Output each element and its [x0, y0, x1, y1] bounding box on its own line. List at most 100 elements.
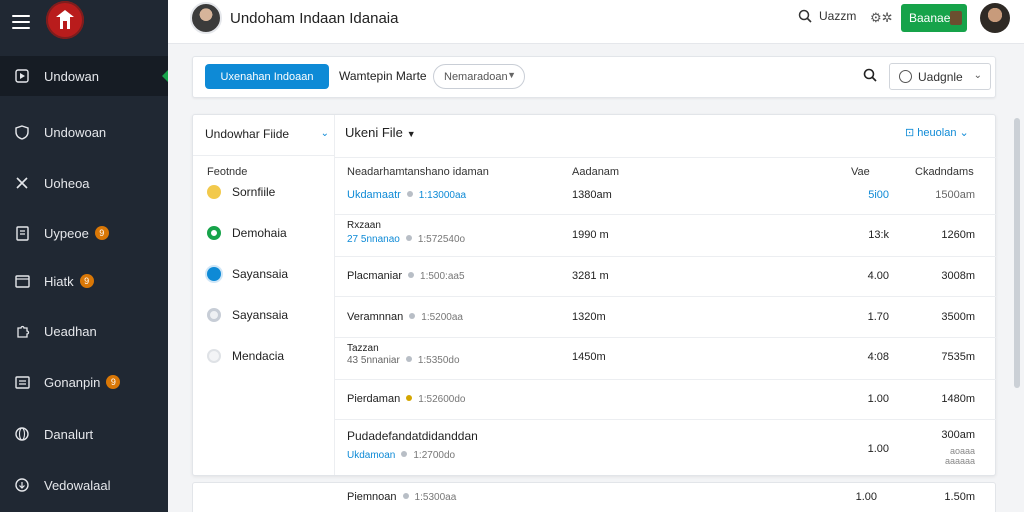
header-action-button[interactable]: Baanae [901, 4, 967, 32]
row-downloads: 7535m [941, 351, 975, 363]
filter-item[interactable]: Mendacia [207, 349, 284, 363]
sidebar-item-uypeoe[interactable]: Uypeoe 9 [0, 213, 168, 253]
grid-title-label: Ukeni File [345, 125, 403, 140]
primary-action-button[interactable]: Uxenahan Indoaan [205, 64, 329, 89]
file-list-card-next: Piemnoan 1:5300aa 1.00 1.50m [192, 482, 996, 512]
play-square-icon [14, 68, 30, 84]
sidebar-item-label: Uypeoe [44, 225, 89, 241]
chevron-down-icon: ⌄ [973, 70, 982, 81]
table-row[interactable]: Ukdamaatr 1:13000aa 1380am 5i00 1500am [335, 183, 997, 215]
row-meta: Ukdamoan 1:2700do [347, 450, 456, 461]
header-search[interactable]: Uazzm [798, 9, 856, 23]
list-window-icon [14, 374, 30, 390]
filter-item-label: Sayansaia [232, 267, 289, 281]
filter-pane: Undowhar Fiide ⌄ Feotnde Sornfiile Demoh… [193, 115, 335, 475]
sidebar-item-label: Vedowalaal [44, 477, 111, 493]
table-row[interactable]: Rxzaan 27 5nnanao 1:572540o 1990 m 13:k 1… [335, 215, 997, 257]
row-downloads: 1480m [941, 393, 975, 405]
row-value: 4.00 [867, 270, 889, 282]
filter-select[interactable]: Nemaradoan ▼ [433, 64, 525, 89]
filter-item-label: Sornfiile [232, 185, 276, 199]
header-search-label: Uazzm [819, 9, 857, 23]
sidebar-item-hiatk[interactable]: Hiatk 9 [0, 261, 168, 301]
row-value: 1.70 [867, 311, 889, 323]
row-value: 4:08 [867, 351, 889, 363]
row-name: Ukdamaatr 1:13000aa [347, 189, 467, 201]
row-note: aoaaa aaaaaa [944, 446, 975, 466]
app-logo[interactable] [46, 1, 84, 39]
row-value: 5i00 [868, 189, 889, 201]
row-size: 1990 m [572, 229, 609, 241]
table-row[interactable]: Placmaniar 1:500:aa5 3281 m 4.00 3008m [335, 257, 997, 297]
search-icon[interactable] [863, 68, 877, 82]
header-button-label: Baanae [909, 11, 951, 25]
row-value: 13:k [868, 229, 889, 241]
sidebar-item-label: Undowan [44, 68, 99, 84]
scrollbar[interactable] [1014, 118, 1020, 388]
column-header-value[interactable]: Vae [851, 166, 870, 178]
sidebar-item-uoheoa[interactable]: Uoheoa [0, 163, 168, 203]
filter-item[interactable]: Sayansaia [207, 308, 288, 322]
row-downloads: 1260m [941, 229, 975, 241]
row-size: 1320m [572, 311, 606, 323]
column-header-name[interactable]: Neadarhamtanshano idaman [347, 166, 489, 178]
row-name[interactable]: Piemnoan 1:5300aa [347, 491, 456, 503]
window-icon [14, 273, 30, 289]
table-row[interactable]: Veramnnan 1:5200aa 1320m 1.70 3500m [335, 297, 997, 338]
filter-select-value: Nemaradoan [444, 70, 508, 83]
row-downloads: 3008m [941, 270, 975, 282]
toolbar-label: Wamtepin Marte [339, 69, 427, 83]
grid-view-toggle[interactable]: ⊡ heuolan ⌄ [905, 126, 969, 139]
chevron-down-icon: ▼ [406, 129, 416, 139]
filter-item[interactable]: Sayansaia [207, 267, 288, 281]
document-icon [14, 225, 30, 241]
status-dot-icon [207, 308, 221, 322]
table-row[interactable]: Tazzan 43 5nnaniar 1:5350do 1450m 4:08 75… [335, 338, 997, 380]
sidebar-item-undowan[interactable]: Undowan [0, 56, 168, 96]
row-size: 1450m [572, 351, 606, 363]
settings-icon[interactable]: ⚙✲ [870, 10, 893, 26]
sidebar-item-undowoan[interactable]: Undowoan [0, 112, 168, 152]
sidebar-item-label: Undowoan [44, 124, 107, 140]
chevron-down-icon: ▼ [507, 70, 516, 80]
sidebar-item-gonanpin[interactable]: Gonanpin 9 [0, 362, 168, 402]
account-avatar[interactable] [980, 3, 1010, 33]
clock-icon [899, 70, 912, 83]
notification-badge: 9 [106, 375, 121, 389]
filter-item[interactable]: Sornfiile [207, 185, 275, 199]
sort-dropdown-value: Uadgnle [918, 69, 963, 84]
row-value: 1.00 [867, 443, 889, 455]
row-name: Veramnnan 1:5200aa [347, 311, 463, 323]
sort-dropdown[interactable]: Uadgnle ⌄ [889, 63, 991, 90]
status-dot-icon [207, 267, 221, 281]
user-avatar[interactable] [190, 2, 222, 34]
sidebar-item-vedowalaal[interactable]: Vedowalaal [0, 465, 168, 505]
tools-icon [14, 175, 30, 191]
page-title: Undoham Indaan Idanaia [230, 10, 399, 27]
notification-badge: 9 [79, 274, 94, 288]
filter-pane-header[interactable]: Undowhar Fiide ⌄ [205, 127, 329, 141]
top-header: Undoham Indaan Idanaia Uazzm ⚙✲ Baanae [168, 0, 1024, 44]
sidebar-item-label: Hiatk [44, 273, 74, 289]
row-value: 1.00 [867, 393, 889, 405]
row-meta: 27 5nnanao 1:572540o [347, 234, 466, 245]
toolbar: Uxenahan Indoaan Wamtepin Marte Nemarado… [192, 56, 996, 98]
row-downloads: 1.50m [944, 491, 975, 503]
menu-icon[interactable] [12, 15, 30, 29]
row-downloads: 1500am [935, 189, 975, 201]
column-header-downloads[interactable]: Ckadndams [915, 166, 974, 178]
filter-item[interactable]: Demohaia [207, 226, 287, 240]
column-header-size[interactable]: Aadanam [572, 166, 619, 178]
row-meta: 43 5nnaniar 1:5350do [347, 355, 460, 366]
row-name: Pudadefandatdidanddan [347, 429, 478, 443]
table-row[interactable]: Pudadefandatdidanddan Ukdamoan 1:2700do 1… [335, 420, 997, 476]
row-name: Rxzaan [347, 220, 381, 231]
folder-icon: ⊡ [905, 127, 918, 139]
grid-title[interactable]: Ukeni File ▼ [345, 125, 416, 140]
table-row[interactable]: Pierdaman 1:52600do 1.00 1480m [335, 380, 997, 420]
sidebar-item-ueadhan[interactable]: Ueadhan [0, 311, 168, 351]
search-icon [798, 9, 812, 23]
chevron-down-icon: ⌄ [320, 128, 329, 139]
row-size: 3281 m [572, 270, 609, 282]
sidebar-item-danalurt[interactable]: Danalurt [0, 414, 168, 454]
